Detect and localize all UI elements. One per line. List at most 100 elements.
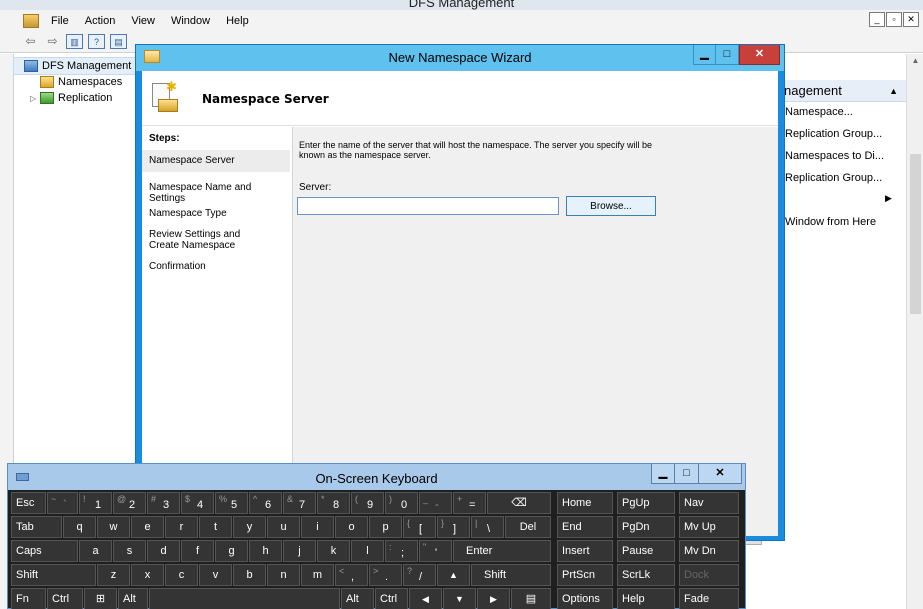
osk-close-icon[interactable]: ✕: [699, 464, 742, 484]
collapse-up-icon[interactable]: ▲: [889, 80, 898, 102]
key-enter[interactable]: Enter: [453, 540, 551, 562]
key-l[interactable]: l: [351, 540, 384, 562]
context-menu-icon[interactable]: ▤: [511, 588, 551, 609]
key-7[interactable]: & 7: [283, 492, 316, 514]
key-m[interactable]: m: [301, 564, 334, 586]
key-b[interactable]: b: [233, 564, 266, 586]
osk-title-bar[interactable]: On-Screen Keyboard ▁ □ ✕: [8, 464, 745, 490]
menu-window[interactable]: Window: [163, 15, 218, 27]
arrow-up-icon[interactable]: ▲: [437, 564, 470, 586]
key-n[interactable]: n: [267, 564, 300, 586]
key-tab[interactable]: Tab: [11, 516, 62, 538]
key-ctrl-right[interactable]: Ctrl: [375, 588, 408, 609]
key-alt-left[interactable]: Alt: [118, 588, 148, 609]
key-right-bracket[interactable]: }]: [437, 516, 470, 538]
vertical-scrollbar[interactable]: ▲: [906, 54, 923, 609]
tree-item-replication[interactable]: ▷ Replication: [14, 90, 135, 106]
back-arrow-icon[interactable]: ⇦: [22, 34, 39, 49]
key-t[interactable]: t: [199, 516, 232, 538]
key-alt-right[interactable]: Alt: [341, 588, 374, 609]
key-c[interactable]: c: [165, 564, 198, 586]
key-f[interactable]: f: [181, 540, 214, 562]
key-minus[interactable]: _ -: [419, 492, 452, 514]
key-s[interactable]: s: [113, 540, 146, 562]
action-new-namespace[interactable]: Namespace...: [785, 106, 853, 118]
key-j[interactable]: j: [283, 540, 316, 562]
key-x[interactable]: x: [131, 564, 164, 586]
key-y[interactable]: y: [233, 516, 266, 538]
maximize-icon[interactable]: □: [716, 45, 739, 65]
minimize-icon[interactable]: ▁: [693, 45, 716, 65]
action-add-namespaces-to-display[interactable]: Namespaces to Di...: [785, 150, 884, 162]
key-6[interactable]: ^ 6: [249, 492, 282, 514]
key-shift-right[interactable]: Shift: [471, 564, 551, 586]
key-u[interactable]: u: [267, 516, 300, 538]
key-dock[interactable]: Dock: [679, 564, 739, 586]
key-w[interactable]: w: [97, 516, 130, 538]
key-slash[interactable]: ? /: [403, 564, 436, 586]
arrow-right-icon[interactable]: ▶: [477, 588, 510, 609]
show-hide-tree-icon[interactable]: ▥: [66, 34, 83, 49]
key-r[interactable]: r: [165, 516, 198, 538]
key-backtick[interactable]: ~ `: [47, 492, 78, 514]
key-k[interactable]: k: [317, 540, 350, 562]
key-a[interactable]: a: [79, 540, 112, 562]
key-left-bracket[interactable]: {[: [403, 516, 436, 538]
mdi-close-icon[interactable]: ✕: [903, 12, 919, 27]
submenu-arrow-icon[interactable]: ▶: [885, 193, 892, 204]
key-9[interactable]: (9: [351, 492, 384, 514]
key-shift-left[interactable]: Shift: [11, 564, 96, 586]
key-semicolon[interactable]: :;: [385, 540, 418, 562]
key-ctrl-left[interactable]: Ctrl: [47, 588, 83, 609]
key-equals[interactable]: + =: [453, 492, 486, 514]
key-pause[interactable]: Pause: [617, 540, 675, 562]
key-pgdn[interactable]: PgDn: [617, 516, 675, 538]
arrow-left-icon[interactable]: ◀: [409, 588, 442, 609]
key-1[interactable]: ! 1: [79, 492, 112, 514]
key-space[interactable]: [149, 588, 340, 609]
forward-arrow-icon[interactable]: ⇨: [44, 34, 61, 49]
key-quote[interactable]: " ': [419, 540, 452, 562]
menu-action[interactable]: Action: [77, 15, 124, 27]
key-end[interactable]: End: [557, 516, 613, 538]
menu-help[interactable]: Help: [218, 15, 257, 27]
expand-arrow-icon[interactable]: ▷: [30, 94, 40, 103]
key-fade[interactable]: Fade: [679, 588, 739, 609]
key-mv-dn[interactable]: Mv Dn: [679, 540, 739, 562]
actions-section-header[interactable]: nagement ▲: [775, 80, 906, 102]
server-input[interactable]: [297, 197, 559, 215]
action-new-replication-group[interactable]: Replication Group...: [785, 128, 882, 140]
mdi-minimize-icon[interactable]: _: [869, 12, 885, 27]
key-4[interactable]: $4: [181, 492, 214, 514]
wizard-title-bar[interactable]: New Namespace Wizard ▁ □ ✕: [136, 45, 784, 71]
key-prtscn[interactable]: PrtScn: [557, 564, 613, 586]
osk-minimize-icon[interactable]: ▁: [651, 464, 675, 484]
backspace-icon[interactable]: ⌫: [487, 492, 551, 514]
key-period[interactable]: >.: [369, 564, 402, 586]
key-8[interactable]: * 8: [317, 492, 350, 514]
key-p[interactable]: p: [369, 516, 402, 538]
key-del[interactable]: Del: [505, 516, 551, 538]
key-nav[interactable]: Nav: [679, 492, 739, 514]
key-5[interactable]: % 5: [215, 492, 248, 514]
key-pgup[interactable]: PgUp: [617, 492, 675, 514]
key-0[interactable]: ) 0: [385, 492, 418, 514]
close-icon[interactable]: ✕: [739, 45, 780, 65]
key-insert[interactable]: Insert: [557, 540, 613, 562]
key-g[interactable]: g: [215, 540, 248, 562]
mdi-restore-icon[interactable]: ▫: [886, 12, 902, 27]
action-add-replication-group[interactable]: Replication Group...: [785, 172, 882, 184]
key-backslash[interactable]: | \: [471, 516, 504, 538]
key-q[interactable]: q: [63, 516, 96, 538]
action-new-window-from-here[interactable]: Window from Here: [785, 216, 876, 228]
key-i[interactable]: i: [301, 516, 334, 538]
key-esc[interactable]: Esc: [11, 492, 46, 514]
key-help[interactable]: Help: [617, 588, 675, 609]
key-e[interactable]: e: [131, 516, 164, 538]
tree-item-dfs-management[interactable]: DFS Management: [13, 57, 136, 75]
show-action-pane-icon[interactable]: ▤: [110, 34, 127, 49]
key-z[interactable]: z: [97, 564, 130, 586]
key-comma[interactable]: <,: [335, 564, 368, 586]
menu-view[interactable]: View: [123, 15, 163, 27]
mmc-app-icon[interactable]: [23, 13, 39, 28]
